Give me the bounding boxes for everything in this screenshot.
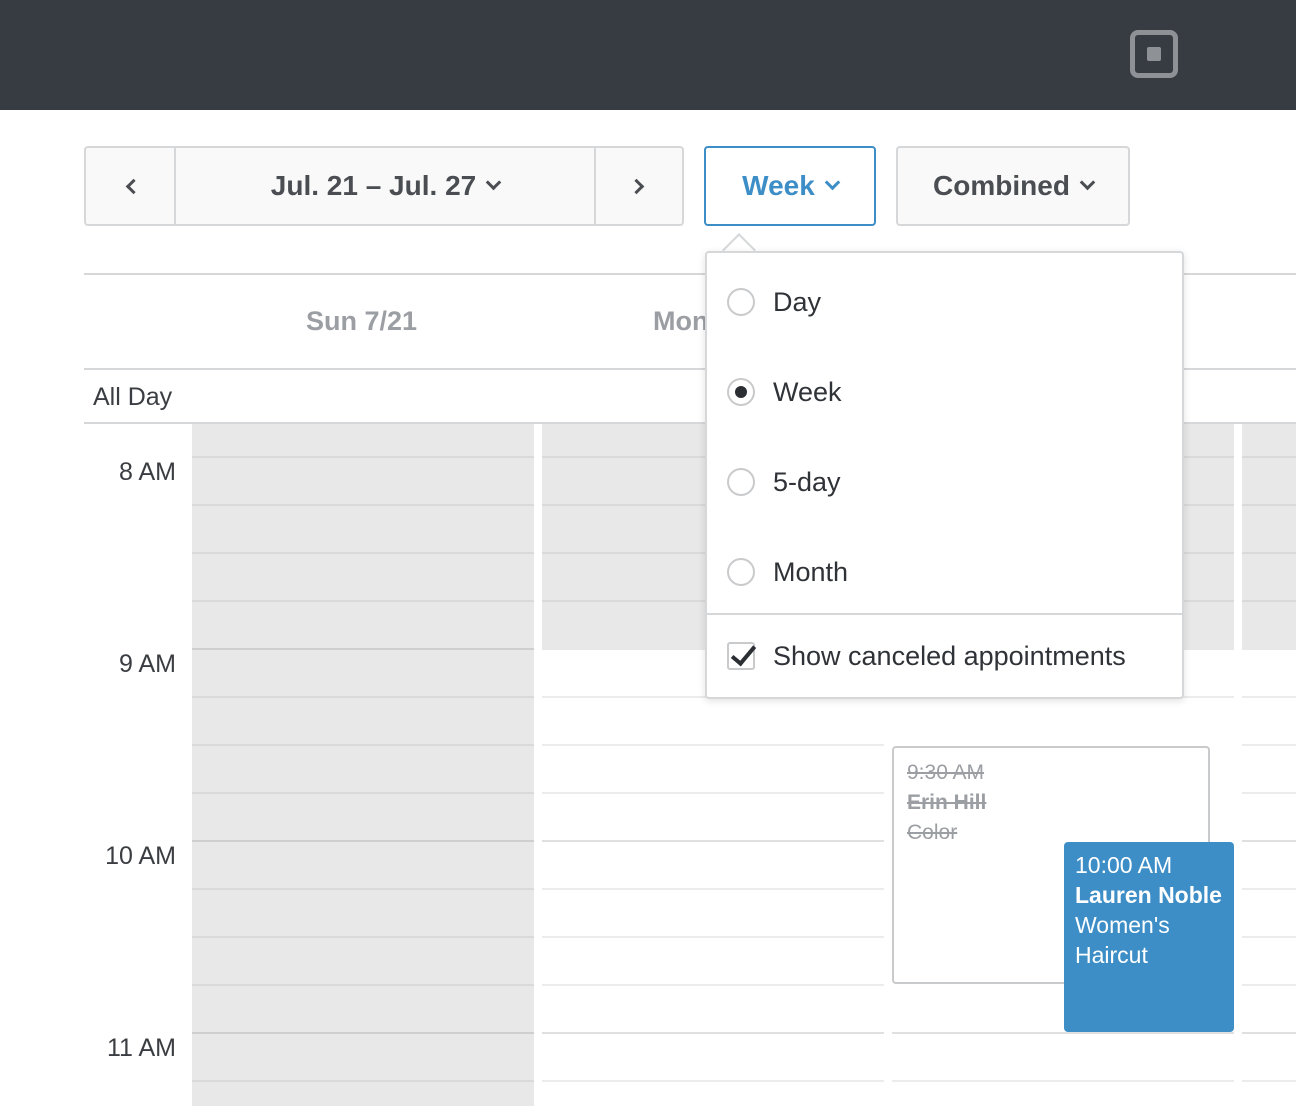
show-canceled-label: Show canceled appointments [773,640,1126,671]
all-day-label: All Day [93,383,173,411]
chevron-down-icon [485,174,502,190]
view-option-label: 5-day [773,466,841,497]
radio-icon[interactable] [727,288,755,316]
checkbox-checked-icon[interactable] [727,642,755,670]
view-option-5-day[interactable]: 5-day [727,457,841,507]
chevron-down-icon [1079,174,1096,190]
appointment-time: 9:30 AM [907,761,985,784]
chevron-right-icon [628,178,644,194]
view-option-label: Day [773,286,822,317]
chevron-left-icon [125,178,141,194]
dropdown-divider [707,613,1182,615]
square-logo-icon[interactable] [1130,30,1178,78]
show-canceled-toggle[interactable]: Show canceled appointments [727,631,1126,681]
view-option-month[interactable]: Month [727,547,848,597]
appointment-active[interactable]: 10:00 AM Lauren Noble Women's Haircut [1064,842,1234,1032]
next-week-button[interactable] [596,148,682,224]
chevron-down-icon [824,174,841,190]
view-option-week[interactable]: Week [727,367,842,417]
appointment-client: Erin Hill [907,791,987,814]
view-selector-button[interactable]: Week [704,146,876,226]
radio-selected-icon[interactable] [727,378,755,406]
view-option-day[interactable]: Day [727,277,821,327]
top-bar [0,0,1296,110]
day-column-closed-hours-next[interactable] [1242,424,1296,650]
appointment-service: Women's Haircut [1075,912,1170,968]
radio-icon[interactable] [727,468,755,496]
calendar-mode-label: Combined [933,170,1070,201]
view-selector-label: Week [742,170,815,201]
date-range-button[interactable]: Jul. 21 – Jul. 27 [176,148,596,224]
day-header-mon[interactable]: Mon [653,306,708,337]
hour-label: 10 AM [105,842,176,870]
day-column-sun[interactable] [192,424,534,1106]
date-range-label: Jul. 21 – Jul. 27 [270,170,477,201]
hour-label: 9 AM [119,650,176,678]
view-dropdown-menu: Day Week 5-day Month Show canceled appoi… [705,251,1184,699]
day-header-sun[interactable]: Sun 7/21 [306,306,417,337]
appointment-client: Lauren Noble [1075,882,1222,908]
radio-icon[interactable] [727,558,755,586]
appointment-time: 10:00 AM [1075,852,1173,878]
view-option-label: Month [773,556,849,587]
previous-week-button[interactable] [86,148,176,224]
calendar-mode-button[interactable]: Combined [896,146,1130,226]
view-option-label: Week [773,376,842,407]
hour-label: 8 AM [119,458,176,486]
hour-label: 11 AM [106,1034,176,1062]
date-range-control: Jul. 21 – Jul. 27 [84,146,684,226]
